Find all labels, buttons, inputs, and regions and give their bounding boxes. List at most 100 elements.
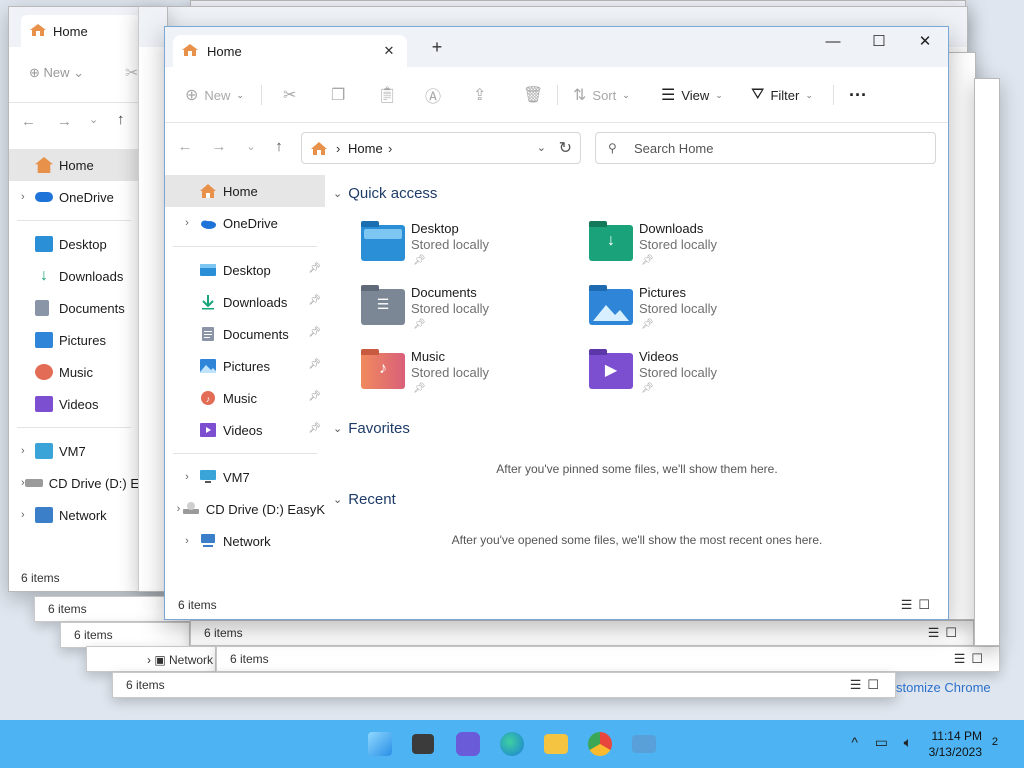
back-button[interactable]: ← [173, 135, 197, 159]
sidebar-item-downloads[interactable]: ↓ Downloads [9, 260, 139, 292]
search-input[interactable] [634, 138, 924, 158]
sidebar-item-videos[interactable]: Videos [9, 388, 139, 420]
back-icon[interactable]: ← [21, 113, 36, 130]
sidebar-item-downloads[interactable]: Downloads 📌︎ [165, 286, 325, 318]
quick-access-item-videos[interactable]: ▶ Videos Stored locally 📌︎ [589, 349, 799, 409]
delete-button[interactable]: 🗑︎ [523, 81, 549, 109]
section-header-recent[interactable]: ⌄ Recent [333, 491, 396, 508]
expand-icon[interactable]: › [175, 471, 199, 483]
search-box[interactable]: ⚲ [595, 132, 936, 164]
quick-access-item-downloads[interactable]: ↓ Downloads Stored locally 📌︎ [589, 221, 799, 281]
volume-icon[interactable]: 🔈︎ [904, 734, 912, 751]
music-icon [35, 364, 53, 380]
refresh-icon[interactable]: ↻ [559, 138, 572, 158]
sidebar-item-pictures[interactable]: Pictures 📌︎ [165, 350, 325, 382]
sidebar-item-documents[interactable]: Documents [9, 292, 139, 324]
cut-button[interactable]: ✂ [283, 81, 302, 109]
sidebar-item-desktop[interactable]: Desktop [9, 228, 139, 260]
rename-button[interactable]: Ⓐ [425, 81, 447, 109]
sidebar-item-home[interactable]: Home [165, 175, 325, 207]
documents-icon [202, 327, 214, 341]
sidebar-item-pictures[interactable]: Pictures [9, 324, 139, 356]
sidebar-item-cd-drive[interactable]: › CD Drive (D:) EasyK [165, 493, 325, 525]
more-options-button[interactable]: ··· [849, 81, 867, 109]
expand-icon[interactable]: › [21, 445, 35, 457]
expand-icon[interactable]: › [175, 535, 199, 547]
chevron-up-icon[interactable]: ^ [851, 734, 858, 750]
paste-button[interactable]: 📋︎ [377, 81, 403, 109]
pin-icon[interactable]: 📌︎ [308, 263, 321, 274]
forward-button[interactable]: → [207, 135, 231, 159]
sidebar-item-cd-drive[interactable]: › CD Drive (D:) E [9, 467, 139, 499]
quick-access-item-desktop[interactable]: Desktop Stored locally 📌︎ [361, 221, 571, 281]
quick-access-item-music[interactable]: ♪ Music Stored locally 📌︎ [361, 349, 571, 409]
section-header-favorites[interactable]: ⌄ Favorites [333, 420, 410, 437]
notification-badge[interactable]: 2 [992, 736, 998, 748]
share-button[interactable]: ⇪ [473, 81, 492, 109]
item-name: Pictures [639, 285, 686, 300]
copy-button[interactable]: ❐ [331, 81, 351, 109]
sidebar-item-onedrive[interactable]: › OneDrive [165, 207, 325, 239]
view-toggle-icons[interactable]: ☰☐ [850, 677, 885, 693]
customize-chrome-link[interactable]: stomize Chrome [896, 680, 991, 695]
filter-button[interactable]: ⛛ Filter ⌄ [751, 81, 813, 109]
chrome-icon[interactable] [588, 732, 612, 756]
up-icon[interactable]: ↑ [117, 111, 125, 128]
expand-icon[interactable]: › [175, 217, 199, 229]
quick-access-item-pictures[interactable]: Pictures Stored locally 📌︎ [589, 285, 799, 345]
forward-icon[interactable]: → [57, 113, 72, 130]
pin-icon[interactable]: 📌︎ [308, 327, 321, 338]
sidebar-item-onedrive[interactable]: › OneDrive [9, 181, 139, 213]
start-icon[interactable] [368, 732, 392, 756]
network-tray-icon[interactable]: ▭ [875, 734, 888, 751]
sidebar-item-home[interactable]: Home [9, 149, 139, 181]
up-button[interactable]: ↑ [267, 135, 291, 159]
sidebar-item-vm7[interactable]: › VM7 [165, 461, 325, 493]
sort-button[interactable]: ⇅ Sort ⌄ [573, 81, 630, 109]
minimize-button[interactable]: — [810, 27, 856, 57]
sidebar-item-documents[interactable]: Documents 📌︎ [165, 318, 325, 350]
view-toggle-icons[interactable]: ☰☐ [954, 651, 989, 667]
new-tab-button[interactable]: + [427, 37, 447, 57]
new-button[interactable]: ⊕ New ⌄ [29, 65, 84, 81]
edge-icon[interactable] [500, 732, 524, 756]
chat-icon[interactable] [456, 732, 480, 756]
sidebar-item-network[interactable]: › Network [9, 499, 139, 531]
view-toggle-icons[interactable]: ☰☐ [901, 597, 936, 613]
address-bar[interactable]: › Home › ⌄ ↻ [301, 132, 581, 164]
sidebar-item-vm7[interactable]: › VM7 [9, 435, 139, 467]
breadcrumb-separator[interactable]: › [388, 141, 392, 156]
cut-icon[interactable]: ✂ [125, 63, 138, 83]
expand-icon[interactable]: › [21, 509, 35, 521]
pin-icon[interactable]: 📌︎ [308, 391, 321, 402]
view-button[interactable]: ☰ View ⌄ [661, 81, 723, 109]
expand-icon[interactable]: › [21, 191, 35, 203]
app-icon[interactable] [632, 735, 656, 753]
clock[interactable]: 11:14 PM 3/13/2023 [929, 728, 982, 760]
maximize-button[interactable]: ☐ [856, 27, 902, 57]
recent-locations-button[interactable]: ⌄ [239, 135, 263, 159]
chevron-down-icon[interactable]: ⌄ [537, 141, 546, 154]
sidebar-item-music[interactable]: ♪ Music 📌︎ [165, 382, 325, 414]
view-toggle-icons[interactable]: ☰☐ [928, 625, 963, 641]
sidebar-item-music[interactable]: Music [9, 356, 139, 388]
quick-access-item-documents[interactable]: ☰ Documents Stored locally 📌︎ [361, 285, 571, 345]
pin-icon[interactable]: 📌︎ [308, 423, 321, 434]
sidebar-item-videos[interactable]: Videos 📌︎ [165, 414, 325, 446]
tab-home[interactable]: Home ✕ [173, 35, 407, 67]
pin-icon[interactable]: 📌︎ [308, 359, 321, 370]
close-tab-button[interactable]: ✕ [379, 41, 399, 61]
expand-icon[interactable]: › [175, 503, 182, 515]
onedrive-icon [35, 192, 53, 202]
breadcrumb-home[interactable]: Home [348, 141, 383, 156]
section-header-quick-access[interactable]: ⌄ Quick access [333, 185, 437, 202]
close-button[interactable]: ✕ [902, 27, 948, 57]
new-button[interactable]: ⊕ New ⌄ [185, 81, 244, 109]
sidebar-item-desktop[interactable]: Desktop 📌︎ [165, 254, 325, 286]
background-tab[interactable]: Home [21, 15, 141, 47]
task-view-icon[interactable] [412, 734, 434, 754]
file-explorer-icon[interactable] [544, 734, 568, 754]
recent-locations-icon[interactable]: ⌄ [89, 113, 98, 126]
sidebar-item-network[interactable]: › Network [165, 525, 325, 557]
pin-icon[interactable]: 📌︎ [308, 295, 321, 306]
